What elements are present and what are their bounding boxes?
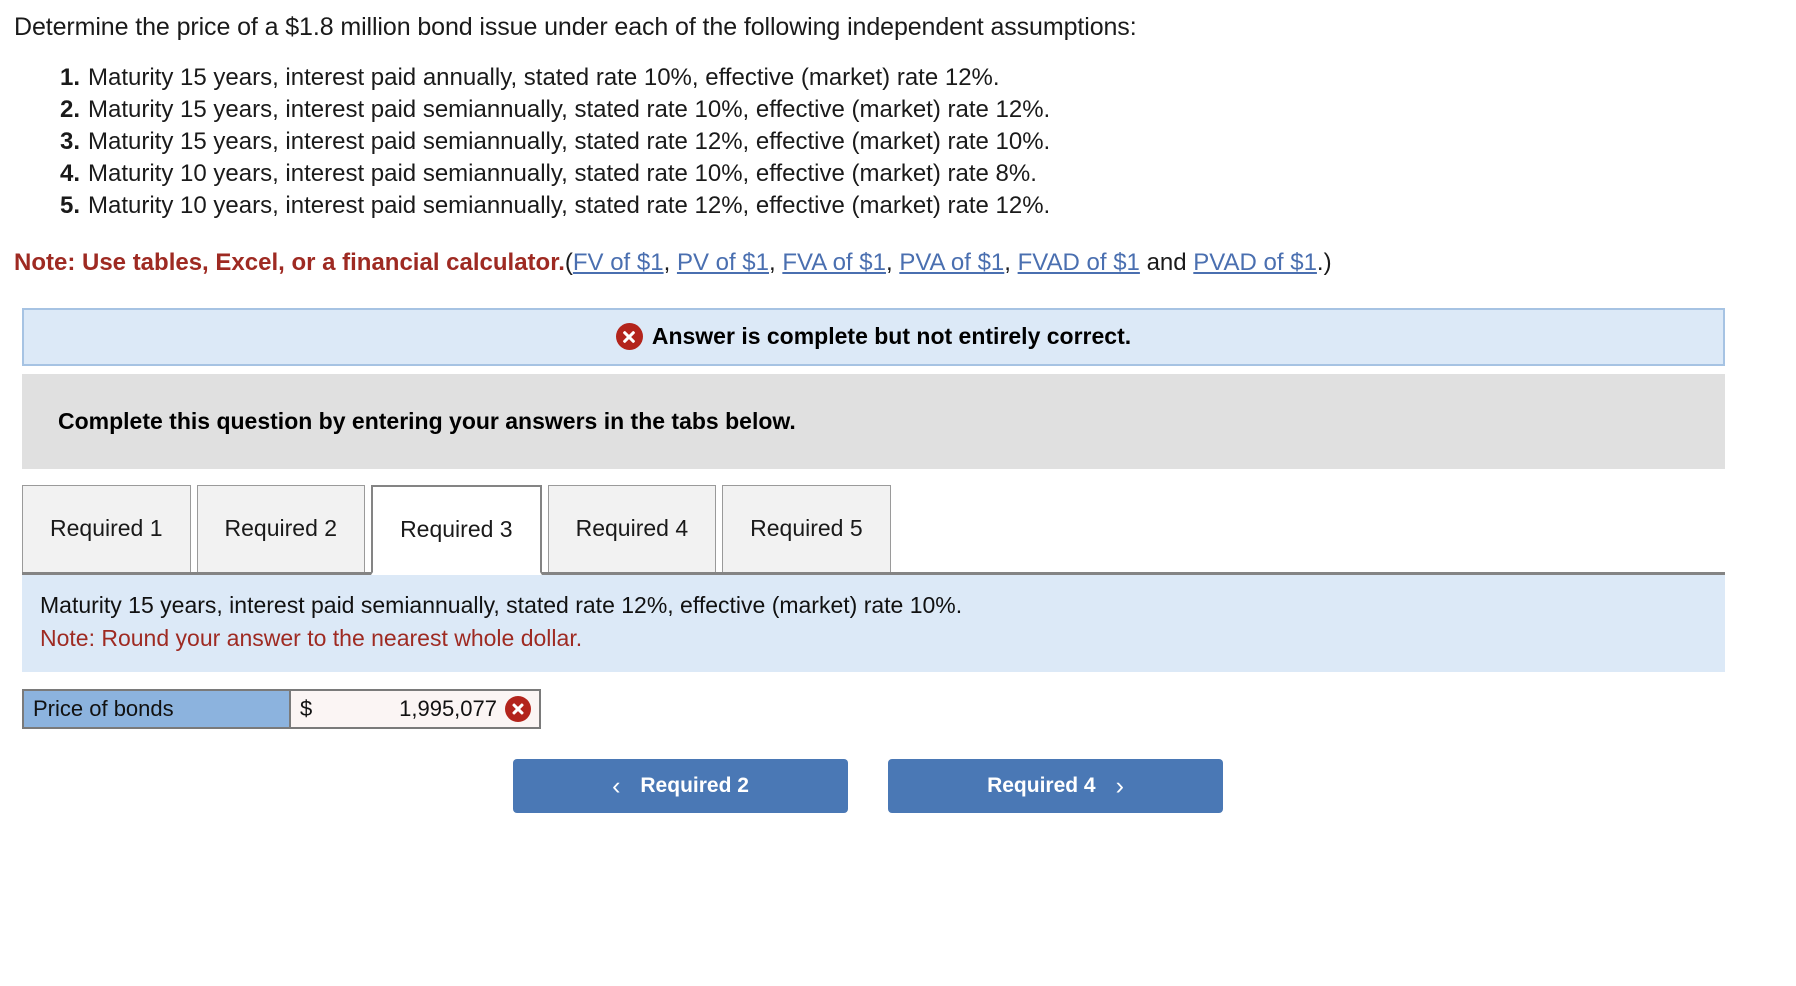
tab-required-2[interactable]: Required 2 — [196, 484, 366, 572]
note-close-paren: .) — [1316, 248, 1332, 276]
tab-required-4[interactable]: Required 4 — [547, 484, 717, 572]
assumptions-list: Maturity 15 years, interest paid annuall… — [0, 62, 1796, 222]
list-item: Maturity 15 years, interest paid semiann… — [52, 126, 1051, 158]
note-open-paren: ( — [564, 248, 573, 276]
note-bold-text: Note: Use tables, Excel, or a financial … — [14, 248, 565, 276]
question-band: Maturity 15 years, interest paid semiann… — [22, 574, 1725, 673]
question-prompt: Maturity 15 years, interest paid semiann… — [40, 591, 963, 618]
price-of-bonds-input[interactable]: $ 1,995,077 — [291, 691, 539, 728]
required-tabs: Required 1 Required 2 Required 3 Require… — [22, 484, 1725, 575]
note-and-text: and — [1139, 248, 1194, 276]
status-banner-content: Answer is complete but not entirely corr… — [615, 323, 1132, 351]
link-fva-of-1[interactable]: FVA of $1 — [782, 249, 886, 276]
answer-row: Price of bonds $ 1,995,077 — [22, 689, 541, 730]
chevron-right-icon: › — [1115, 771, 1124, 800]
instruction-text: Complete this question by entering your … — [58, 407, 796, 434]
next-required-4-button[interactable]: Required 4 › — [888, 759, 1223, 814]
note-separator: , — [1004, 248, 1018, 276]
prev-button-label: Required 2 — [640, 774, 749, 798]
question-intro-text: Determine the price of a $1.8 million bo… — [14, 13, 1137, 41]
chevron-left-icon: ‹ — [612, 771, 621, 800]
answer-label: Price of bonds — [24, 691, 291, 728]
link-fvad-of-1[interactable]: FVAD of $1 — [1018, 249, 1140, 276]
tab-required-1[interactable]: Required 1 — [22, 484, 191, 572]
list-item: Maturity 15 years, interest paid semiann… — [52, 94, 1051, 126]
link-pv-of-1[interactable]: PV of $1 — [677, 249, 769, 276]
note-separator: , — [885, 248, 900, 276]
question-rounding-note: Note: Round your answer to the nearest w… — [40, 625, 583, 652]
status-banner: Answer is complete but not entirely corr… — [22, 307, 1725, 366]
link-fv-of-1[interactable]: FV of $1 — [573, 249, 664, 276]
note-separator: , — [663, 248, 677, 276]
error-x-circle-icon — [505, 696, 531, 723]
instruction-band: Complete this question by entering your … — [22, 373, 1725, 469]
tab-required-3[interactable]: Required 3 — [371, 484, 542, 575]
next-button-label: Required 4 — [987, 774, 1096, 798]
list-item: Maturity 10 years, interest paid semiann… — [52, 158, 1037, 190]
tab-required-5[interactable]: Required 5 — [722, 484, 891, 572]
answer-value-text: 1,995,077 — [399, 696, 497, 722]
link-pvad-of-1[interactable]: PVAD of $1 — [1193, 249, 1317, 276]
list-item: Maturity 10 years, interest paid semiann… — [52, 190, 1051, 222]
link-pva-of-1[interactable]: PVA of $1 — [899, 249, 1004, 276]
status-badge: Answer is complete but not entirely corr… — [651, 323, 1132, 350]
error-x-circle-icon — [615, 323, 643, 351]
note-line: Note: Use tables, Excel, or a financial … — [0, 248, 1796, 278]
currency-symbol: $ — [300, 696, 313, 722]
note-separator: , — [769, 248, 783, 276]
nav-buttons: ‹ Required 2 Required 4 › — [0, 759, 1796, 814]
prev-required-2-button[interactable]: ‹ Required 2 — [513, 759, 848, 814]
list-item: Maturity 15 years, interest paid annuall… — [52, 62, 1000, 94]
